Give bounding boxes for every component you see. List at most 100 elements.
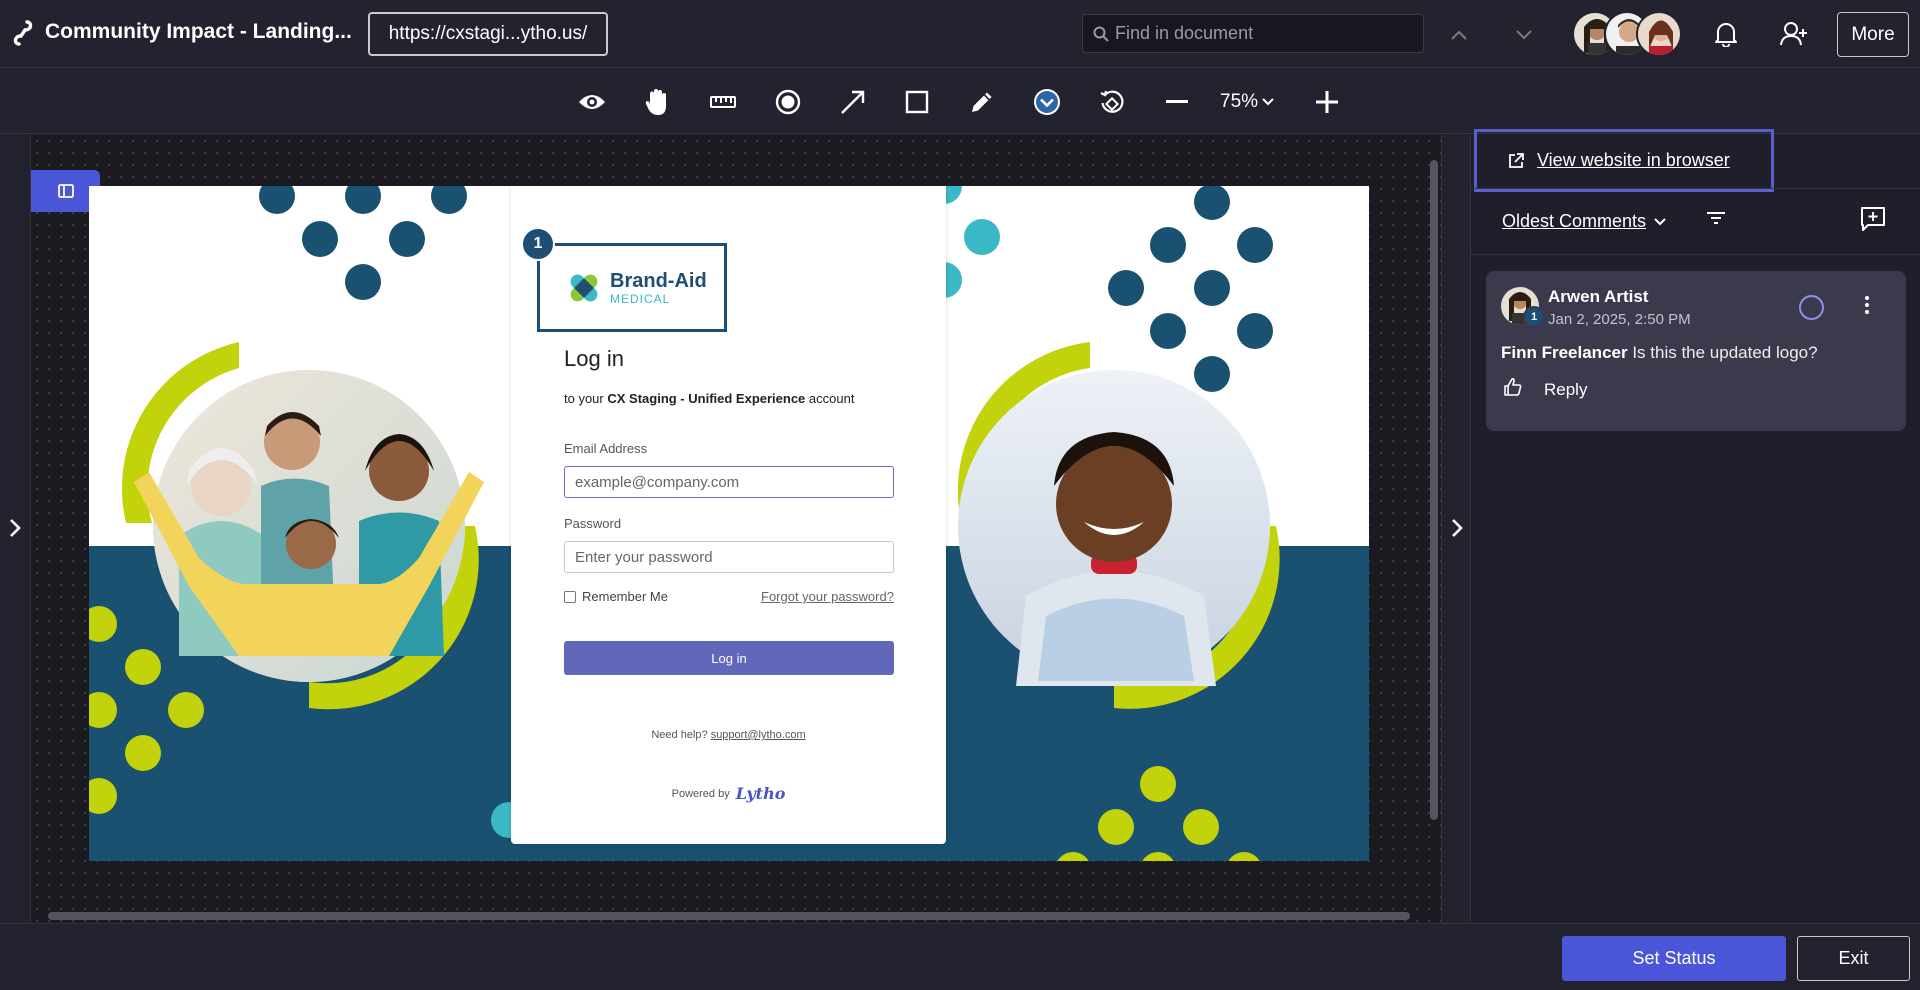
document-title: Community Impact - Landing...: [45, 20, 352, 43]
invite-user-button[interactable]: [1777, 17, 1811, 51]
comment-pin[interactable]: 1: [521, 227, 555, 261]
eye-icon: [579, 95, 605, 109]
top-bar: Community Impact - Landing... https://cx…: [0, 0, 1920, 68]
thumbs-up-icon[interactable]: [1503, 377, 1523, 397]
chevron-down-icon: [1262, 98, 1274, 106]
rotate-icon: [1100, 90, 1124, 113]
sort-dropdown[interactable]: Oldest Comments: [1502, 211, 1666, 232]
brand-sub: MEDICAL: [610, 291, 671, 306]
rectangle-icon: [905, 90, 929, 114]
pan-tool[interactable]: [640, 85, 674, 119]
left-rail: [0, 135, 31, 923]
url-field[interactable]: https://cxstagi...ytho.us/: [368, 12, 608, 56]
login-sub-prefix: to your: [564, 391, 608, 406]
add-user-icon: [1780, 22, 1807, 46]
password-field[interactable]: Enter your password: [564, 541, 894, 573]
login-subtitle: to your CX Staging - Unified Experience …: [564, 391, 854, 406]
bell-icon: [1715, 23, 1737, 47]
login-sub-suffix: account: [805, 391, 855, 406]
login-sub-account: CX Staging - Unified Experience: [607, 391, 806, 406]
forgot-password-link[interactable]: Forgot your password?: [761, 589, 894, 604]
sidebar-panel-icon: [57, 184, 74, 198]
right-rail: [1441, 135, 1471, 923]
plus-icon: [1316, 91, 1338, 113]
chevron-up-icon: [1451, 30, 1467, 40]
zoom-out-button[interactable]: [1160, 85, 1194, 119]
view-tool[interactable]: [575, 85, 609, 119]
arrow-tool[interactable]: [836, 85, 870, 119]
login-button[interactable]: Log in: [564, 641, 894, 675]
login-card: Brand-Aid MEDICAL Log in to your CX Stag…: [511, 186, 946, 844]
hand-icon: [645, 89, 666, 115]
find-in-document-input[interactable]: Find in document: [1082, 14, 1424, 53]
annotation-toolbar: 75%: [0, 69, 1920, 134]
vertical-scrollbar[interactable]: [1430, 160, 1438, 820]
login-title: Log in: [564, 346, 624, 371]
email-field[interactable]: example@company.com: [564, 466, 894, 498]
previous-result-button[interactable]: [1444, 20, 1474, 50]
divider: [1471, 254, 1920, 255]
find-placeholder: Find in document: [1115, 23, 1254, 43]
rotate-tool[interactable]: [1095, 85, 1129, 119]
zoom-level: 75%: [1220, 91, 1259, 112]
support-email-link[interactable]: support@lytho.com: [711, 729, 806, 741]
remember-me[interactable]: Remember Me: [564, 589, 668, 604]
notifications-button[interactable]: [1709, 17, 1743, 51]
comment-card[interactable]: 1 Arwen Artist Jan 2, 2025, 2:50 PM Finn…: [1486, 271, 1906, 431]
collaborator-avatars[interactable]: [1572, 11, 1684, 57]
draw-tool[interactable]: [965, 85, 999, 119]
brand-logo[interactable]: Brand-Aid MEDICAL: [537, 243, 727, 332]
comment-timestamp: Jan 2, 2025, 2:50 PM: [1548, 311, 1691, 328]
powered-by: Powered by Lytho: [511, 784, 946, 803]
website-preview[interactable]: Brand-Aid MEDICAL Log in to your CX Stag…: [89, 186, 1369, 861]
remember-label: Remember Me: [582, 589, 668, 604]
external-link-icon: [1509, 152, 1524, 168]
pencil-icon: [972, 92, 992, 112]
next-result-button[interactable]: [1509, 20, 1539, 50]
help-prefix: Need help?: [651, 729, 711, 741]
comment-body: Finn Freelancer Is this the updated logo…: [1501, 343, 1818, 363]
arrow-icon: [841, 90, 865, 114]
remember-checkbox[interactable]: [564, 590, 576, 603]
comment-number-badge: 1: [1523, 306, 1545, 328]
chevron-down-icon: [1654, 217, 1666, 225]
avatar[interactable]: [1636, 11, 1682, 57]
kebab-menu-icon[interactable]: [1864, 295, 1870, 315]
measure-tool[interactable]: [706, 85, 740, 119]
add-comment-icon[interactable]: [1860, 206, 1886, 232]
comment-mention[interactable]: Finn Freelancer: [1501, 343, 1628, 362]
record-icon: [775, 89, 801, 115]
resolve-comment-button[interactable]: [1799, 295, 1824, 320]
app-logo-icon[interactable]: [10, 18, 36, 48]
circle-tool[interactable]: [771, 85, 805, 119]
powered-by-label: Powered by: [671, 787, 730, 800]
collapse-right-panel-icon[interactable]: [1451, 518, 1463, 538]
email-label: Email Address: [564, 441, 648, 456]
minus-icon: [1166, 100, 1188, 103]
divider: [1471, 188, 1920, 189]
rectangle-tool[interactable]: [900, 85, 934, 119]
more-button[interactable]: More: [1837, 12, 1909, 57]
reply-button[interactable]: Reply: [1544, 380, 1587, 400]
comment-author: Arwen Artist: [1548, 287, 1649, 306]
view-website-link[interactable]: View website in browser: [1474, 129, 1774, 192]
decorative-dots-left: [89, 186, 511, 838]
view-website-label: View website in browser: [1537, 150, 1730, 170]
brand-text: Brand-Aid MEDICAL: [610, 271, 707, 305]
expand-left-panel-icon[interactable]: [9, 518, 21, 538]
bottom-bar: Set Status Exit: [0, 923, 1920, 990]
ruler-icon: [710, 96, 736, 108]
comment-text: Is this the updated logo?: [1627, 343, 1818, 362]
zoom-in-button[interactable]: [1310, 85, 1344, 119]
pin-dropdown-icon: [1034, 89, 1060, 115]
lytho-logo: Lytho: [735, 784, 786, 803]
zoom-dropdown[interactable]: 75%: [1220, 91, 1274, 113]
filter-icon[interactable]: [1706, 210, 1726, 226]
exit-button[interactable]: Exit: [1797, 936, 1910, 981]
bandage-logo-icon: [570, 274, 598, 301]
pin-comment-tool[interactable]: [1030, 85, 1064, 119]
search-icon: [1093, 26, 1109, 42]
horizontal-scrollbar[interactable]: [48, 912, 1410, 920]
brand-name: Brand-Aid: [610, 269, 707, 292]
set-status-button[interactable]: Set Status: [1562, 936, 1786, 981]
